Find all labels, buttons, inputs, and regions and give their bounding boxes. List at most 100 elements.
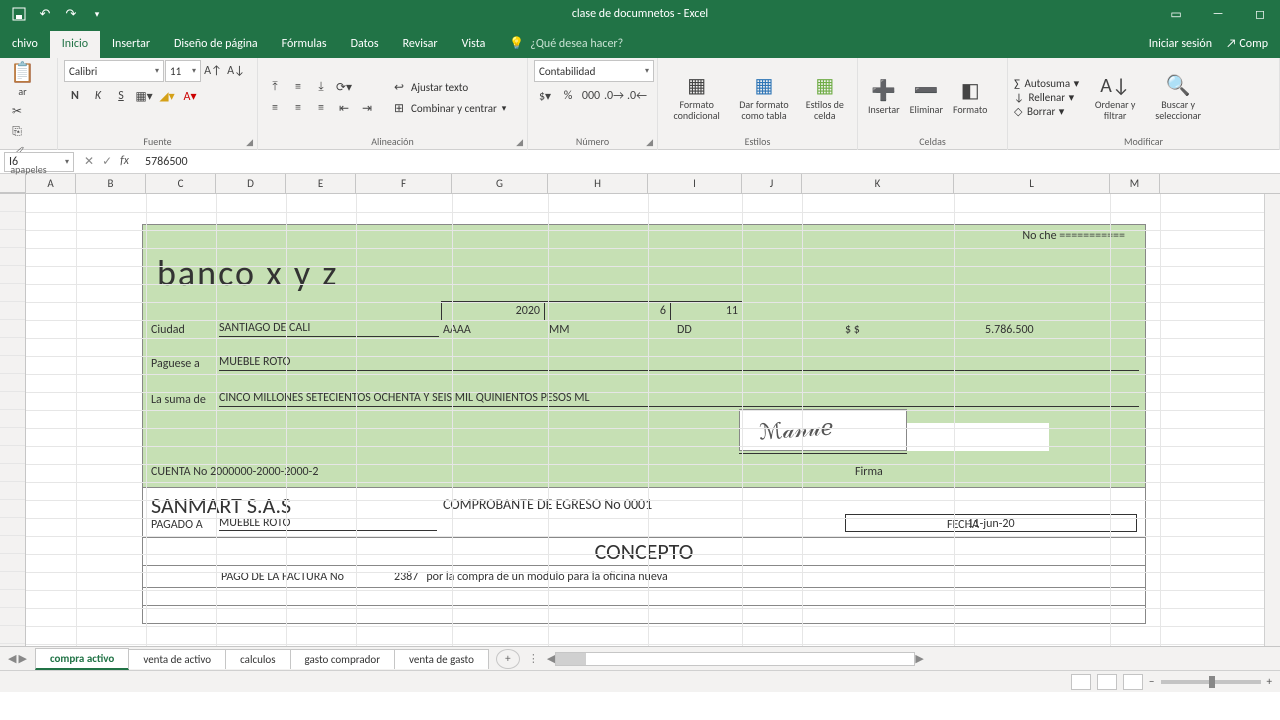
row-header[interactable]: [0, 392, 25, 410]
tab-archivo[interactable]: chivo: [0, 31, 50, 58]
suma-value[interactable]: CINCO MILLONES SETECIENTOS OCHENTA Y SEI…: [219, 391, 1139, 407]
column-header[interactable]: G: [452, 174, 548, 193]
decrease-indent-icon[interactable]: ⇤: [333, 98, 355, 118]
row-header[interactable]: [0, 410, 25, 428]
fecha-value[interactable]: 11-jun-20: [845, 514, 1137, 532]
align-middle-icon[interactable]: ≡: [287, 77, 309, 97]
row-header[interactable]: [0, 266, 25, 284]
row-header[interactable]: [0, 518, 25, 536]
row-header[interactable]: [0, 590, 25, 608]
zoom-out-icon[interactable]: −: [1149, 675, 1154, 688]
cell-styles-button[interactable]: ▦Estilos de celda: [799, 73, 851, 123]
font-color-icon[interactable]: A▾: [179, 86, 201, 106]
wrap-text-button[interactable]: ↩Ajustar texto: [388, 77, 506, 97]
row-header[interactable]: [0, 626, 25, 644]
increase-indent-icon[interactable]: ⇥: [356, 98, 378, 118]
italic-button[interactable]: K: [87, 86, 109, 106]
new-sheet-button[interactable]: +: [496, 649, 520, 669]
row-header[interactable]: [0, 320, 25, 338]
insert-cells-button[interactable]: ➕Insertar: [864, 78, 904, 117]
align-center-icon[interactable]: ≡: [287, 98, 309, 118]
amount-value[interactable]: 5.786.500: [985, 323, 1034, 337]
row-header[interactable]: [0, 536, 25, 554]
grid[interactable]: No che =========== banco x y z 2020 6 11…: [26, 194, 1280, 646]
row-header[interactable]: [0, 554, 25, 572]
column-header[interactable]: D: [216, 174, 286, 193]
decrease-decimal-icon[interactable]: .0←: [626, 86, 648, 106]
align-bottom-icon[interactable]: ⤓: [310, 77, 332, 97]
fill-color-icon[interactable]: ◢▾: [156, 86, 178, 106]
tab-datos[interactable]: Datos: [339, 31, 391, 58]
copy-icon[interactable]: ⎘: [6, 122, 28, 142]
scroll-right-icon[interactable]: ▶: [915, 652, 923, 665]
signin-link[interactable]: Iniciar sesión: [1149, 37, 1212, 51]
row-header[interactable]: [0, 194, 25, 212]
align-left-icon[interactable]: ≡: [264, 98, 286, 118]
undo-icon[interactable]: ↶: [34, 3, 56, 25]
row-header[interactable]: [0, 464, 25, 482]
dialog-launcher-icon[interactable]: ◢: [246, 137, 253, 148]
tab-inicio[interactable]: Inicio: [50, 31, 100, 58]
cancel-icon[interactable]: ✕: [84, 154, 94, 169]
formula-input[interactable]: 5786500: [139, 155, 1280, 169]
page-layout-view-icon[interactable]: [1097, 674, 1117, 690]
ribbon-display-icon[interactable]: ▭: [1156, 0, 1196, 28]
clear-button[interactable]: ◇ Borrar ▾: [1014, 105, 1079, 118]
dialog-launcher-icon[interactable]: ◢: [516, 137, 523, 148]
row-header[interactable]: [0, 284, 25, 302]
column-header[interactable]: F: [356, 174, 452, 193]
number-format-combo[interactable]: Contabilidad▾: [534, 60, 654, 82]
row-header[interactable]: [0, 482, 25, 500]
align-right-icon[interactable]: ≡: [310, 98, 332, 118]
underline-button[interactable]: S: [110, 86, 132, 106]
row-header[interactable]: [0, 248, 25, 266]
row-header[interactable]: [0, 230, 25, 248]
dialog-launcher-icon[interactable]: ◢: [646, 137, 653, 148]
delete-cells-button[interactable]: ➖Eliminar: [906, 78, 947, 117]
row-header[interactable]: [0, 608, 25, 626]
redo-icon[interactable]: ↷: [60, 3, 82, 25]
currency-icon[interactable]: $▾: [534, 86, 556, 106]
sheet-tab-venta-gasto[interactable]: venta de gasto: [394, 649, 489, 669]
align-top-icon[interactable]: ⤒: [264, 77, 286, 97]
format-as-table-button[interactable]: ▦Dar formato como tabla: [731, 73, 796, 123]
bold-button[interactable]: N: [64, 86, 86, 106]
day-box[interactable]: 11: [671, 301, 743, 321]
autosum-button[interactable]: ∑ Autosuma ▾: [1014, 77, 1079, 90]
sheet-tab-calculos[interactable]: calculos: [225, 649, 290, 669]
ciudad-value[interactable]: SANTIAGO DE CALI: [219, 321, 439, 337]
minimize-icon[interactable]: —: [1198, 0, 1238, 28]
borders-icon[interactable]: ▦▾: [133, 86, 155, 106]
merge-center-button[interactable]: ⊞Combinar y centrar▾: [388, 98, 506, 118]
sheet-nav-prev-icon[interactable]: ◀: [8, 652, 16, 665]
qat-dropdown-icon[interactable]: ▾: [86, 3, 108, 25]
column-header[interactable]: H: [548, 174, 648, 193]
tell-me-search[interactable]: 💡 ¿Qué desea hacer?: [509, 36, 623, 58]
year-box[interactable]: 2020: [441, 301, 545, 321]
row-header[interactable]: [0, 338, 25, 356]
column-header[interactable]: B: [76, 174, 146, 193]
paguese-value[interactable]: MUEBLE ROTO: [219, 355, 1139, 371]
enter-icon[interactable]: ✓: [102, 154, 112, 169]
find-select-button[interactable]: 🔍Buscar y seleccionar: [1145, 73, 1211, 123]
increase-decimal-icon[interactable]: .0→: [603, 86, 625, 106]
scroll-left-icon[interactable]: ◀: [547, 652, 555, 665]
row-header[interactable]: [0, 374, 25, 392]
increase-font-icon[interactable]: A↑: [202, 61, 224, 81]
conditional-formatting-button[interactable]: ▦Formato condicional: [664, 73, 729, 123]
save-icon[interactable]: [8, 3, 30, 25]
zoom-slider[interactable]: [1161, 680, 1261, 684]
sort-filter-button[interactable]: A↓Ordenar y filtrar: [1087, 73, 1143, 123]
column-header[interactable]: J: [742, 174, 802, 193]
row-header[interactable]: [0, 446, 25, 464]
tab-formulas[interactable]: Fórmulas: [270, 31, 339, 58]
format-cells-button[interactable]: ◧Formato: [949, 78, 991, 117]
horizontal-scrollbar[interactable]: [555, 652, 915, 666]
sheet-tab-gasto-comprador[interactable]: gasto comprador: [290, 649, 396, 669]
column-header[interactable]: I: [648, 174, 742, 193]
tab-diseno[interactable]: Diseño de página: [162, 31, 270, 58]
normal-view-icon[interactable]: [1071, 674, 1091, 690]
column-header[interactable]: C: [146, 174, 216, 193]
decrease-font-icon[interactable]: A↓: [225, 61, 247, 81]
row-header[interactable]: [0, 572, 25, 590]
